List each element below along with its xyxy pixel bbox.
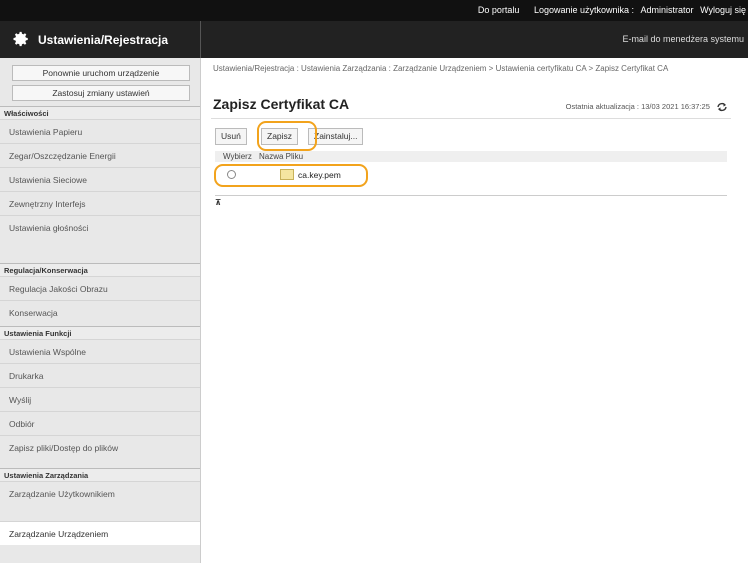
section-properties: Właściwości: [0, 106, 200, 119]
mail-admin-link[interactable]: E-mail do menedżera systemu: [622, 34, 744, 44]
last-update-text: Ostatnia aktualizacja : 13/03 2021 16:37…: [565, 102, 710, 111]
sidebar-item-volume[interactable]: Ustawienia głośności: [0, 215, 200, 239]
title-divider: [211, 118, 731, 119]
portal-link[interactable]: Do portalu: [478, 5, 520, 15]
header-divider: [200, 21, 201, 58]
apply-settings-button[interactable]: Zastosuj zmiany ustawień: [12, 85, 190, 101]
restart-device-button[interactable]: Ponownie uruchom urządzenie: [12, 65, 190, 81]
sidebar-item-device-management[interactable]: Zarządzanie Urządzeniem: [0, 521, 200, 545]
sidebar-item-image-quality[interactable]: Regulacja Jakości Obrazu: [0, 276, 200, 300]
sidebar: Ponownie uruchom urządzenie Zastosuj zmi…: [0, 58, 201, 563]
sidebar-item-paper[interactable]: Ustawienia Papieru: [0, 119, 200, 143]
breadcrumb: Ustawienia/Rejestracja : Ustawienia Zarz…: [213, 64, 669, 73]
title-bar: Ustawienia/Rejestracja E-mail do menedże…: [0, 21, 748, 58]
logout-link[interactable]: Wyloguj się: [700, 5, 746, 15]
col-filename: Nazwa Pliku: [259, 152, 304, 161]
top-bar: Do portalu Logowanie użytkownika : Admin…: [0, 0, 748, 21]
sidebar-item-receive[interactable]: Odbiór: [0, 411, 200, 435]
sidebar-item-printer[interactable]: Drukarka: [0, 363, 200, 387]
delete-button[interactable]: Usuń: [215, 128, 247, 145]
sidebar-item-maintenance[interactable]: Konserwacja: [0, 300, 200, 324]
user-name: Administrator: [640, 5, 694, 15]
sidebar-item-send[interactable]: Wyślij: [0, 387, 200, 411]
page-title: Zapisz Certyfikat CA: [213, 96, 350, 112]
sidebar-item-external-interface[interactable]: Zewnętrzny Interfejs: [0, 191, 200, 215]
refresh-icon[interactable]: [716, 102, 728, 112]
login-user-label: Logowanie użytkownika :: [533, 5, 635, 15]
last-update: Ostatnia aktualizacja : 13/03 2021 16:37…: [566, 102, 728, 112]
col-select: Wybierz: [223, 152, 252, 161]
table-header: Wybierz Nazwa Pliku: [215, 151, 727, 162]
sidebar-item-clock-energy[interactable]: Zegar/Oszczędzanie Energii: [0, 143, 200, 167]
file-row-highlight: [214, 164, 368, 187]
gear-icon: [13, 31, 28, 47]
section-management: Ustawienia Zarządzania: [0, 468, 200, 481]
section-adjustment: Regulacja/Konserwacja: [0, 263, 200, 276]
app-title: Ustawienia/Rejestracja: [38, 33, 169, 47]
sidebar-item-store-access-files[interactable]: Zapisz pliki/Dostęp do plików: [0, 435, 200, 459]
section-function-settings: Ustawienia Funkcji: [0, 326, 200, 339]
save-highlight: [257, 121, 317, 151]
main-content: Ustawienia/Rejestracja : Ustawienia Zarz…: [201, 58, 748, 563]
sidebar-item-network[interactable]: Ustawienia Sieciowe: [0, 167, 200, 191]
sidebar-item-common[interactable]: Ustawienia Wspólne: [0, 339, 200, 363]
table-bottom-line: [215, 195, 727, 196]
sidebar-item-user-management[interactable]: Zarządzanie Użytkownikiem: [0, 481, 200, 505]
back-to-top-icon[interactable]: ⊼: [215, 198, 222, 207]
